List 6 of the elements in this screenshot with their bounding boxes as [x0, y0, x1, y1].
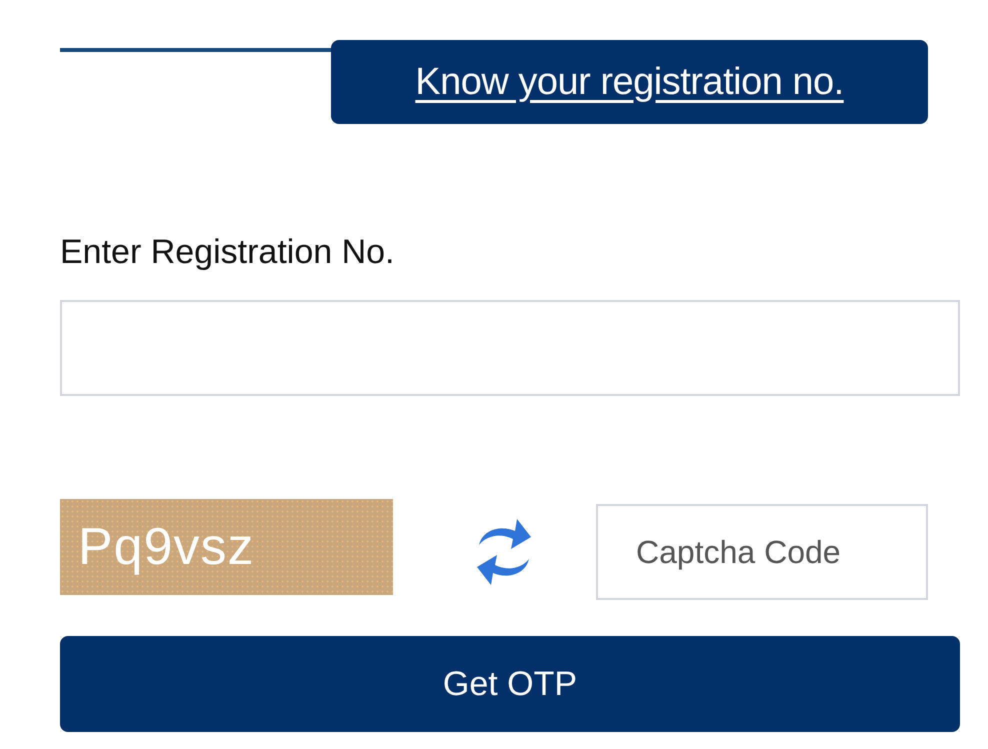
registration-input-field[interactable]: [60, 300, 960, 396]
get-otp-button[interactable]: Get OTP: [60, 636, 960, 732]
registration-label: Enter Registration No.: [60, 232, 394, 272]
know-registration-link[interactable]: Know your registration no.: [331, 40, 928, 124]
captcha-image: Pq9vsz: [60, 499, 393, 595]
captcha-input-field[interactable]: Captcha Code: [596, 504, 928, 600]
